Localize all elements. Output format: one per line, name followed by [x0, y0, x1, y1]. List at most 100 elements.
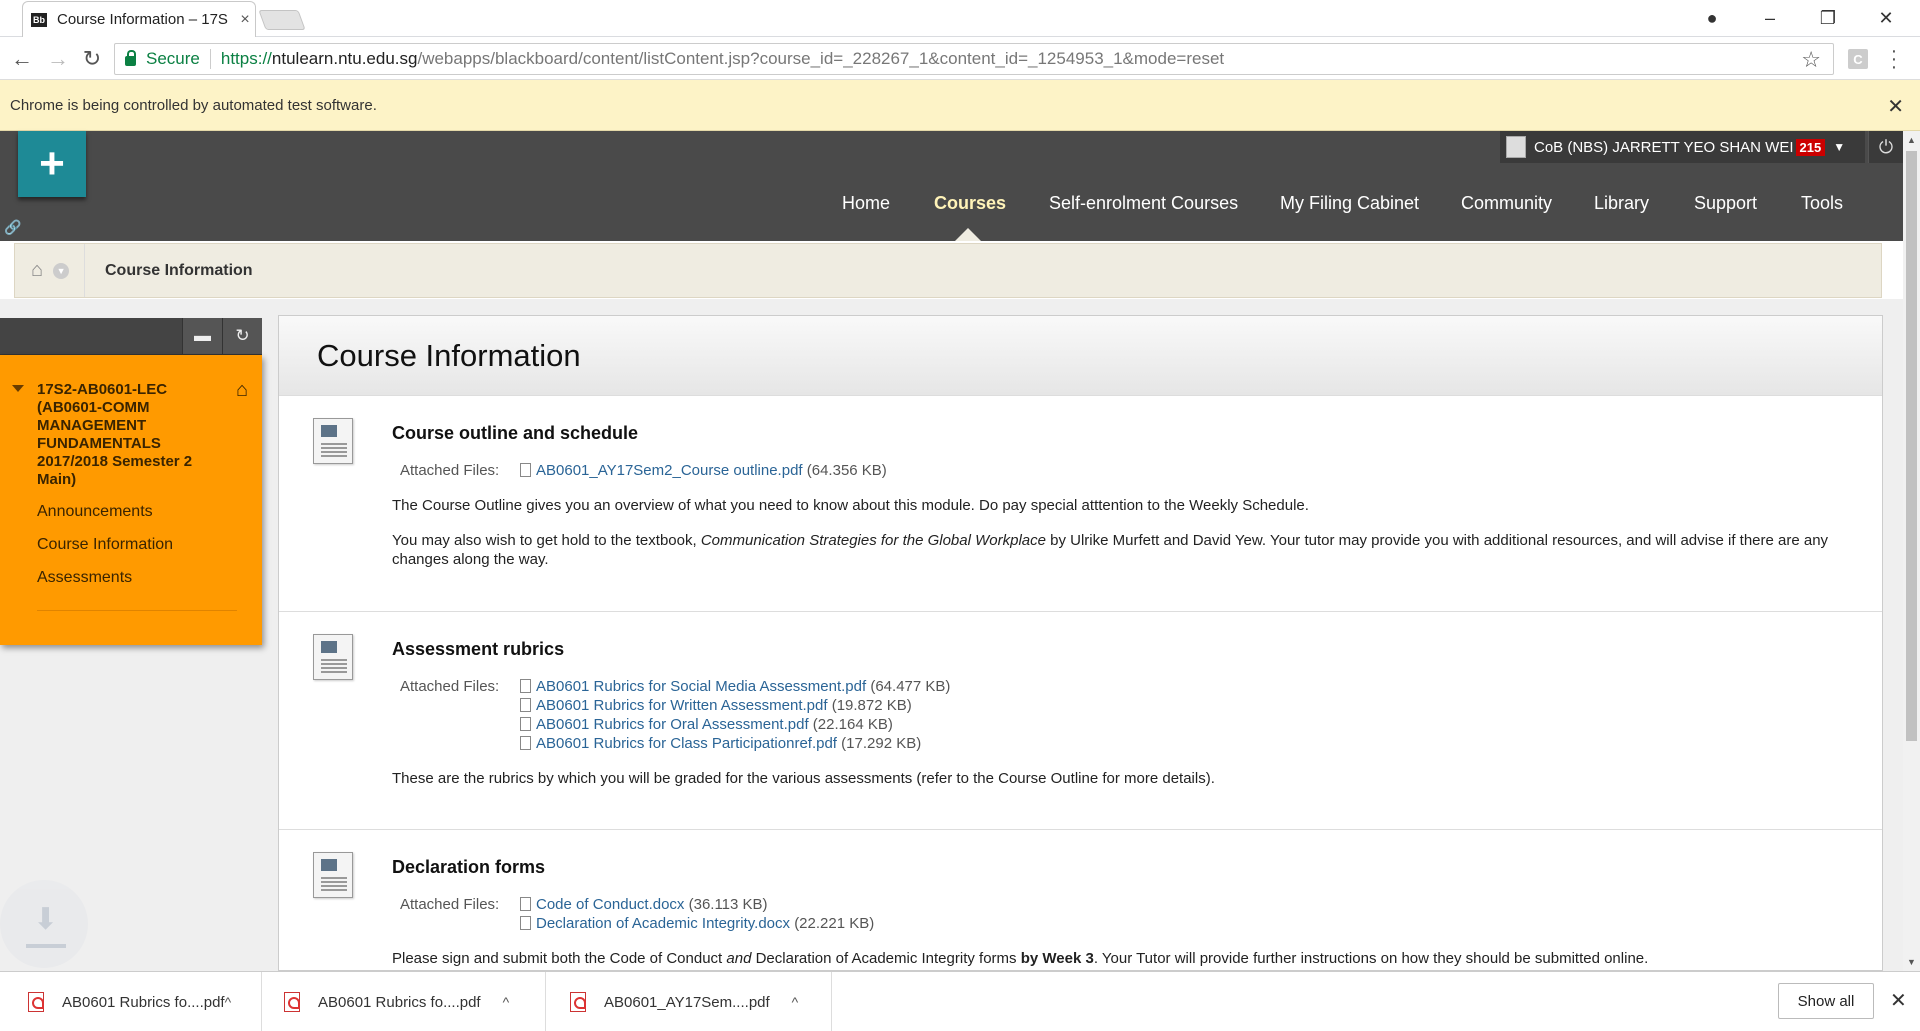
document-icon [313, 418, 353, 464]
content-header: Course Information [279, 316, 1882, 396]
file-size: (64.356 KB) [806, 462, 887, 479]
file-icon [520, 916, 531, 930]
file-link[interactable]: AB0601 Rubrics for Class Participationre… [536, 735, 837, 752]
tab-close-icon[interactable]: × [235, 11, 255, 29]
quick-links-plus-icon[interactable]: + [18, 131, 86, 197]
file-icon [520, 897, 531, 911]
download-filename: AB0601 Rubrics fo....pdf [318, 993, 481, 1011]
download-item[interactable]: AB0601 Rubrics fo....pdf ^ [262, 972, 546, 1031]
attached-files-label: Attached Files: [400, 678, 500, 695]
document-icon [313, 852, 353, 898]
chevron-up-icon[interactable]: ^ [225, 994, 232, 1010]
forward-icon[interactable]: → [42, 43, 74, 75]
address-bar[interactable]: Secure https://ntulearn.ntu.edu.sg/webap… [114, 43, 1834, 75]
item-description: The Course Outline gives you an overview… [392, 497, 1309, 514]
pdf-icon [28, 992, 44, 1012]
vertical-scrollbar[interactable]: ▲ ▼ [1903, 131, 1920, 971]
attached-file: AB0601 Rubrics for Oral Assessment.pdf (… [520, 716, 893, 733]
file-icon [520, 463, 531, 477]
refresh-icon[interactable]: ↻ [222, 318, 262, 354]
back-icon[interactable]: ← [6, 43, 38, 75]
course-menu-course-information[interactable]: Course Information [37, 536, 173, 554]
item-description: These are the rubrics by which you will … [392, 770, 1215, 787]
user-menu[interactable]: CoB (NBS) JARRETT YEO SHAN WEI 215 ▼ [1500, 131, 1865, 163]
browser-toolbar: ← → ↻ Secure https://ntulearn.ntu.edu.sg… [0, 37, 1920, 80]
attached-file: Code of Conduct.docx (36.113 KB) [520, 896, 768, 913]
breadcrumb-current: Course Information [105, 261, 253, 279]
attached-file: AB0601 Rubrics for Social Media Assessme… [520, 678, 950, 695]
download-item[interactable]: AB0601_AY17Sem....pdf ^ [546, 972, 832, 1031]
quick-links-chain-icon[interactable]: 🔗 [4, 219, 21, 235]
course-title[interactable]: 17S2-AB0601-LEC (AB0601-COMM MANAGEMENT … [37, 381, 227, 489]
url-host: ntulearn.ntu.edu.sg [271, 49, 418, 68]
content-item: Course outline and schedule Attached Fil… [279, 396, 1882, 612]
file-size: (64.477 KB) [870, 678, 951, 695]
nav-library[interactable]: Library [1594, 193, 1649, 214]
bookmark-star-icon[interactable]: ☆ [1801, 47, 1821, 73]
file-link[interactable]: AB0601 Rubrics for Written Assessment.pd… [536, 697, 828, 714]
attached-file: Declaration of Academic Integrity.docx (… [520, 915, 874, 932]
breadcrumb: ⌂ ▼ Course Information [14, 243, 1882, 298]
nav-self-enrolment-courses[interactable]: Self-enrolment Courses [1049, 193, 1238, 214]
minimize-icon[interactable]: – [1742, 0, 1798, 37]
nav-courses[interactable]: Courses [934, 193, 1006, 214]
download-item[interactable]: AB0601 Rubrics fo....pdf ^ [0, 972, 262, 1031]
download-filename: AB0601 Rubrics fo....pdf [62, 993, 225, 1011]
chrome-menu-icon[interactable]: · · · [1884, 41, 1904, 77]
scroll-down-icon[interactable]: ▼ [1907, 957, 1916, 967]
download-floating-button[interactable]: ⬇ [0, 880, 88, 968]
nav-home[interactable]: Home [842, 193, 890, 214]
breadcrumb-home[interactable]: ⌂ ▼ [15, 244, 85, 297]
chevron-down-icon[interactable]: ▼ [53, 262, 70, 279]
scroll-up-icon[interactable]: ▲ [1907, 135, 1916, 145]
course-menu-announcements[interactable]: Announcements [37, 503, 153, 521]
item-title[interactable]: Course outline and schedule [392, 423, 638, 444]
file-size: (22.164 KB) [812, 716, 893, 733]
lock-icon [125, 50, 136, 66]
close-icon[interactable]: ✕ [1890, 988, 1907, 1013]
notification-badge: 215 [1795, 138, 1826, 156]
secure-label: Secure [146, 49, 200, 68]
window-close-icon[interactable]: ✕ [1858, 0, 1914, 37]
extension-icon[interactable]: C [1848, 49, 1868, 69]
file-link[interactable]: AB0601 Rubrics for Social Media Assessme… [536, 678, 866, 695]
infobar-text: Chrome is being controlled by automated … [10, 96, 377, 114]
chevron-up-icon[interactable]: ^ [503, 994, 510, 1010]
page-title: Course Information [317, 338, 581, 373]
folder-view-icon[interactable]: ▬ [182, 318, 222, 354]
show-all-button[interactable]: Show all [1778, 983, 1874, 1019]
item-title[interactable]: Assessment rubrics [392, 639, 564, 660]
download-filename: AB0601_AY17Sem....pdf [604, 993, 770, 1011]
profile-icon[interactable]: ● [1684, 0, 1740, 37]
infobar-close-icon[interactable]: ✕ [1887, 94, 1904, 119]
nav-my-filing-cabinet[interactable]: My Filing Cabinet [1280, 193, 1419, 214]
file-link[interactable]: AB0601 Rubrics for Oral Assessment.pdf [536, 716, 809, 733]
collapse-triangle-icon[interactable] [12, 385, 24, 392]
item-description: You may also wish to get hold to the tex… [392, 532, 1829, 568]
nav-community[interactable]: Community [1461, 193, 1552, 214]
attached-files-label: Attached Files: [400, 462, 500, 479]
file-link[interactable]: AB0601_AY17Sem2_Course outline.pdf [536, 462, 803, 479]
browser-tab[interactable]: Bb Course Information – 17S × [22, 1, 256, 37]
file-size: (17.292 KB) [841, 735, 922, 752]
scrollbar-thumb[interactable] [1906, 151, 1917, 741]
nav-tools[interactable]: Tools [1801, 193, 1843, 214]
file-link[interactable]: Code of Conduct.docx [536, 896, 684, 913]
browser-tab-bar: Bb Course Information – 17S × ● – ❐ ✕ [0, 0, 1920, 37]
logout-power-icon[interactable]: ⏻ [1868, 131, 1903, 163]
user-name: CoB (NBS) JARRETT YEO SHAN WEI [1534, 138, 1794, 156]
course-home-icon[interactable]: ⌂ [236, 379, 248, 402]
course-menu-assessments[interactable]: Assessments [37, 569, 132, 587]
chevron-down-icon: ▼ [1833, 140, 1846, 154]
nav-support[interactable]: Support [1694, 193, 1757, 214]
reload-icon[interactable]: ↻ [76, 43, 108, 75]
content-panel: Course Information Course outline and sc… [278, 315, 1883, 971]
restore-icon[interactable]: ❐ [1800, 0, 1856, 37]
item-title[interactable]: Declaration forms [392, 857, 545, 878]
url-path: /webapps/blackboard/content/listContent.… [417, 49, 1225, 68]
new-tab-button[interactable] [258, 10, 306, 30]
avatar [1506, 136, 1526, 158]
chevron-up-icon[interactable]: ^ [792, 994, 799, 1010]
attached-files-label: Attached Files: [400, 896, 500, 913]
file-link[interactable]: Declaration of Academic Integrity.docx [536, 915, 790, 932]
